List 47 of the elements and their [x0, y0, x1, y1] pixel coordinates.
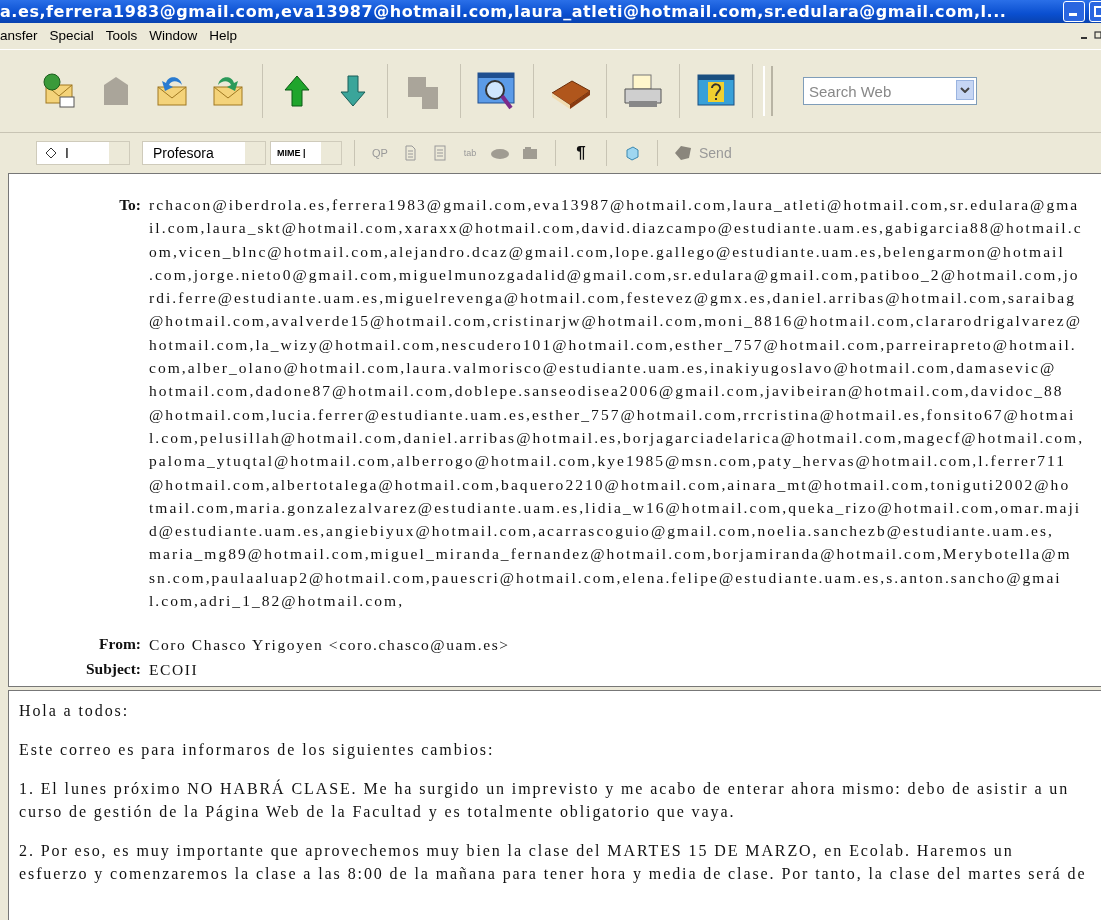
recipient-line: @hotmail.com,albertotalega@hotmail.com,baquero2210@hotmail.com,ainara_mt@hotmail.com,toniguti2002@ho: [149, 474, 1072, 495]
paragraph-button[interactable]: ¶: [568, 140, 594, 166]
subject-label: Subject:: [84, 659, 142, 680]
recipient-line: com,alber_olano@hotmail.com,laura.valmorisco@estudiante.uam.es,inakiyugoslavo@hotmail.com,damasevic@: [149, 358, 1058, 379]
recipient-line: sn.com,paulaaluap2@hotmail.com,pauescri@hotmail.com,elena.felipe@estudiante.uam.es,s.anton.sancho@gmai: [149, 567, 1063, 588]
body-text-line: Este correo es para informaros de los siguientes cambios:: [19, 740, 496, 761]
recipient-line: hotmail.com,dadone87@hotmail.com,doblepe.sanseodisea2006@gmail.com,javibeiran@hotmail.com,davidoc_88: [149, 381, 1065, 402]
signature-dropdown[interactable]: I: [36, 141, 130, 165]
blob-icon[interactable]: [490, 146, 510, 160]
recipient-line: paloma_ytuqtal@hotmail.com,alberrogo@hotmail.com,kye1985@msn.com,paty_hervas@hotmail.com,l.ferrer711: [149, 451, 1068, 472]
restore-icon[interactable]: [1093, 29, 1101, 41]
search-field[interactable]: Search Web: [803, 77, 977, 105]
recipient-line: l.com,pelusillah@hotmail.com,daniel.arribas@hotmail.es,borjagarciadelarica@hotmail.com,magecf@hotmail.com,: [149, 427, 1085, 448]
menu-item[interactable]: Help: [203, 27, 244, 43]
minimize-button[interactable]: [1063, 1, 1085, 22]
recipient-line: tmail.com,maria.gonzalezalvarez@estudiante.uam.es,lidia_w16@hotmail.com,queka_rizo@hotmail.com,omar.maji: [149, 497, 1083, 518]
toolbar-grip[interactable]: [763, 66, 773, 116]
recipient-line: hotmail.com,la_wizy@hotmail.com,nescudero101@hotmail.com,esther_757@hotmail.com,parreirapreto@hotmail.: [149, 334, 1078, 355]
minimize-icon[interactable]: [1069, 13, 1079, 17]
window-title: a.es,ferrera1983@gmail.com,eva13987@hotmail.com,laura_atleti@hotmail.com,sr.edulara@gmail.com,l...: [0, 2, 1007, 21]
body-text-line: 1. El lunes próximo NO HABRÁ CLASE. Me ha surgido un imprevisto y me acabo de enterar ahora mismo: debo de asistir a un: [19, 778, 1071, 800]
recipient-line: rdi.ferre@estudiante.uam.es,miguelrevenga@hotmail.com,festevez@gmx.es,daniel.arribas@hotmail.com,saraibag: [149, 288, 1077, 309]
encoding-dropdown[interactable]: MIME |: [270, 141, 342, 165]
recipient-line: d@estudiante.uam.es,angiebiyux@hotmail.com,acarrascoguio@gmail.com,noelia.sanchezb@estudiante.uam.es,: [149, 521, 1056, 542]
from-value: Coro Chasco Yrigoyen <coro.chasco@uam.es>: [149, 635, 510, 656]
recipient-line: maria_mg89@hotmail.com,miguel_miranda_fernandez@hotmail.com,borjamiranda@hotmail.com,Merybotella@m: [149, 544, 1073, 565]
from-label: From:: [98, 634, 142, 655]
body-text-line: 2. Por eso, es muy importante que aprovechemos muy bien la clase del MARTES 15 DE MARZO, en Ecolab. Haremos un: [19, 841, 1015, 862]
folder-icon[interactable]: [522, 146, 538, 160]
recipient-line: rchacon@iberdrola.es,ferrera1983@gmail.com,eva13987@hotmail.com,laura_atleti@hotmail.com,sr.edulara@gma: [149, 195, 1081, 215]
body-text-line: esfuerzo y comenzaremos la clase a las 8:00 de la mañana para tener hora y media de clase. Por tanto, la clase del martes será de: [19, 864, 1088, 885]
menu-item[interactable]: ansfer: [0, 27, 44, 43]
body-text-line: curso de gestión de la Página Web de la Facultad y es totalmente obligatorio que vaya.: [19, 802, 737, 823]
subject-value: ECOII: [149, 660, 199, 681]
diamond-icon: [45, 147, 57, 159]
recipient-line: il.com,laura_skt@hotmail.com,xaraxx@hotmail.com,david.diazcampo@estudiante.uam.es,gabigarcia88@hotmail.c: [149, 218, 1084, 239]
recipient-line: om,vicen_blnc@hotmail.com,alejandro.dcaz@gmail.com,lope.gallego@estudiante.uam.es,belengarmon@hotmail: [149, 241, 1066, 262]
menu-item[interactable]: Window: [143, 27, 204, 43]
recipient-line: .com,jorge.nieto0@gmail.com,miguelmunozgadalid@gmail.com,sr.edulara@gmail.com,patiboo_2@hotmail.com,jo: [149, 264, 1081, 285]
menu-item[interactable]: Tools: [99, 27, 144, 43]
recipient-line: l.com,adri_1_82@hotmail.com,: [149, 591, 406, 612]
personality-dropdown[interactable]: Profesora: [142, 141, 266, 165]
to-label: To:: [118, 195, 142, 215]
menu-item[interactable]: Special: [43, 27, 100, 43]
body-text-line: Hola a todos:: [19, 701, 131, 721]
recipient-line: @hotmail.com,avalverde15@hotmail.com,cristinarjw@hotmail.com,moni_8816@hotmail.com,clararodrigalvarez@: [149, 311, 1083, 332]
recipient-line: @hotmail.com,lucia.ferrer@estudiante.uam.es,esther_757@hotmail.com,rrcristina@hotmail.es,fonsito67@hotmai: [149, 404, 1077, 425]
